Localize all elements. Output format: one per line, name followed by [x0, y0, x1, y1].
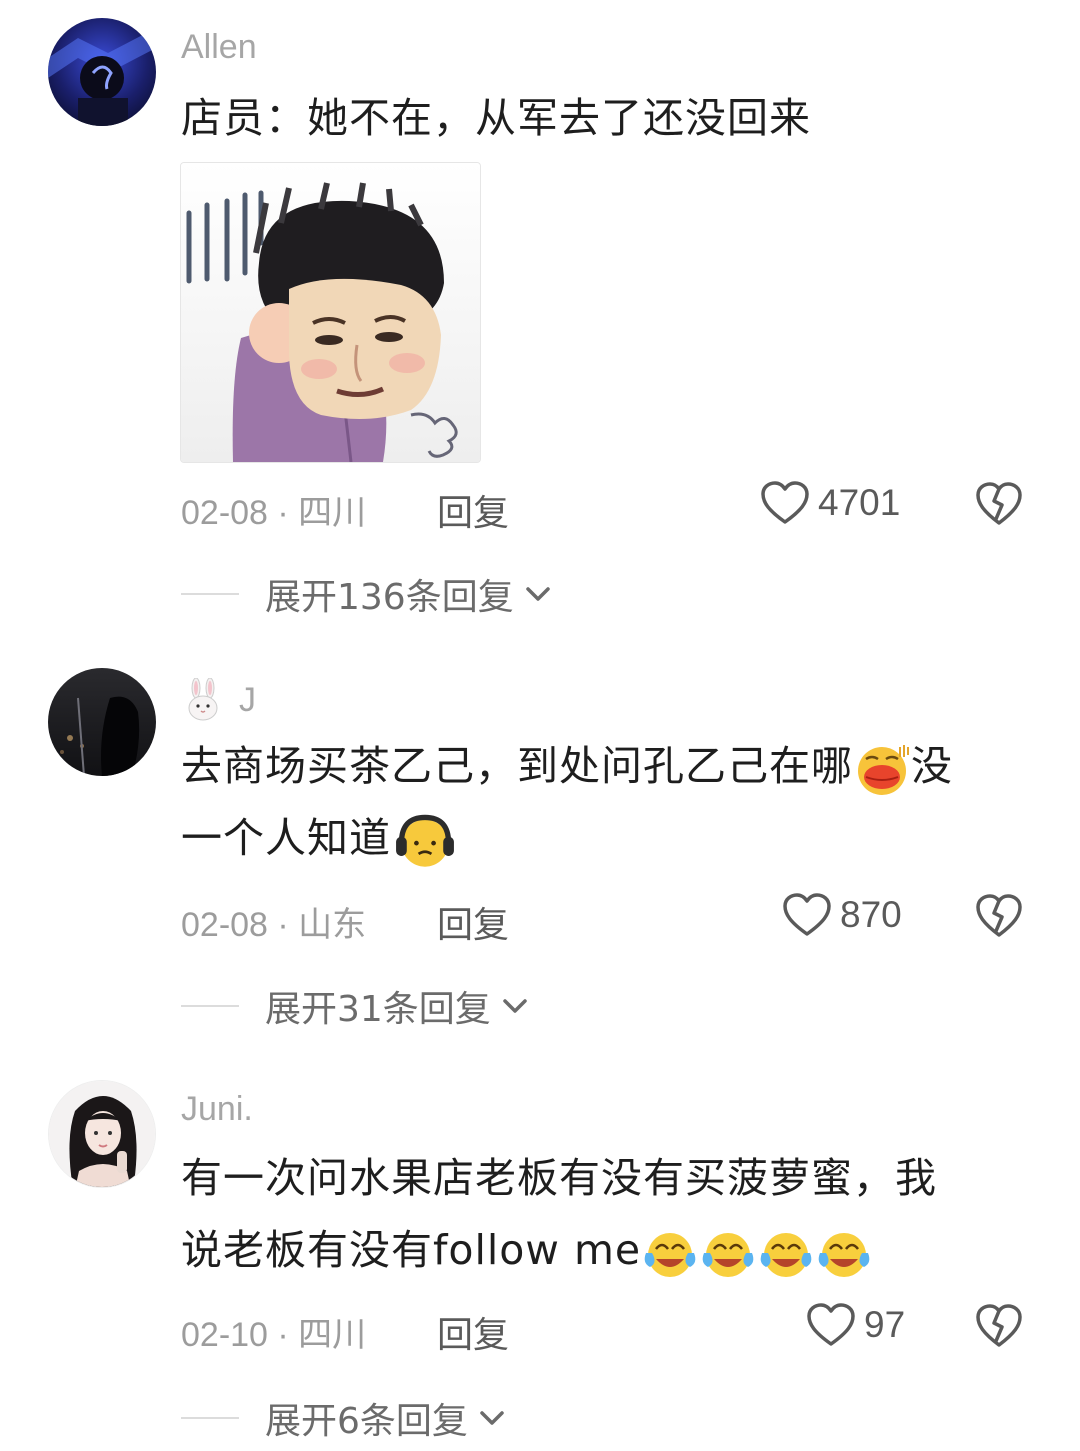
username[interactable]: Juni. — [181, 1090, 253, 1129]
like-count: 97 — [864, 1304, 906, 1345]
dislike-icon[interactable] — [975, 481, 1023, 527]
chevron-down-icon — [503, 999, 527, 1013]
reply-button[interactable]: 回复 — [437, 896, 509, 948]
comment-date-location: 02-10 · 四川 — [181, 1316, 367, 1354]
comment-text: 有一次问水果店老板有没有买菠萝蜜，我 说老板有没有follow me — [181, 1142, 1021, 1286]
like-button[interactable]: 870 — [782, 892, 902, 938]
divider — [181, 593, 239, 595]
username-text: J — [239, 680, 256, 719]
comment-date-location: 02-08 · 四川 — [181, 494, 367, 532]
tears-of-joy-emoji-icon — [702, 1233, 754, 1277]
avatar[interactable] — [48, 668, 156, 776]
reply-button[interactable]: 回复 — [437, 1306, 509, 1358]
comment-text-line: 去商场买茶乙己，到处问孔乙己在哪 — [181, 742, 853, 790]
tears-of-joy-emoji-icon — [644, 1233, 696, 1277]
like-button[interactable]: 4701 — [760, 480, 900, 526]
kiss-lips-emoji-icon — [858, 745, 909, 795]
comment-text: 店员：她不在，从军去了还没回来 — [181, 94, 811, 142]
like-count: 870 — [840, 894, 902, 935]
comment-item: Juni. 有一次问水果店老板有没有买菠萝蜜，我 说老板有没有follow me — [0, 1062, 1080, 1451]
username[interactable]: Allen — [181, 28, 257, 67]
divider — [181, 1417, 239, 1419]
avatar[interactable] — [48, 18, 156, 126]
like-count: 4701 — [818, 482, 901, 523]
comment-item: J 去商场买茶乙己，到处问孔乙己在哪 没 一个人知道 02-08 · 山东 回复… — [0, 650, 1080, 1050]
divider — [181, 1005, 239, 1007]
heart-icon — [807, 1303, 855, 1346]
expand-replies-label: 展开31条回复 — [265, 989, 491, 1030]
headphones-emoji-icon — [396, 814, 454, 867]
reply-button[interactable]: 回复 — [437, 484, 509, 536]
heart-icon — [761, 481, 809, 524]
dislike-icon[interactable] — [975, 1303, 1023, 1349]
comment-date-location: 02-08 · 山东 — [181, 906, 367, 944]
expand-replies-label: 展开6条回复 — [265, 1401, 468, 1442]
tears-of-joy-emoji-icon — [760, 1233, 812, 1277]
comment-text-line: 一个人知道 — [181, 814, 391, 862]
comment-item: Allen 店员：她不在，从军去了还没回来 02-08 · 四川 回复 4701… — [0, 0, 1080, 640]
expand-replies-button[interactable]: 展开6条回复 — [181, 1392, 510, 1444]
expand-replies-label: 展开136条回复 — [265, 577, 514, 618]
comment-text: 去商场买茶乙己，到处问孔乙己在哪 没 一个人知道 — [181, 730, 1021, 874]
expand-replies-button[interactable]: 展开136条回复 — [181, 568, 556, 620]
like-button[interactable]: 97 — [806, 1302, 905, 1348]
username[interactable]: J — [181, 678, 256, 722]
comment-text-line: 说老板有没有follow me — [181, 1226, 642, 1274]
sticker-image[interactable] — [180, 162, 481, 463]
heart-icon — [783, 893, 831, 936]
expand-replies-button[interactable]: 展开31条回复 — [181, 980, 533, 1032]
tears-of-joy-emoji-icon — [818, 1233, 870, 1277]
rabbit-emoji-icon — [188, 678, 218, 721]
comment-text-line: 有一次问水果店老板有没有买菠萝蜜，我 — [181, 1154, 937, 1202]
chevron-down-icon — [480, 1411, 504, 1425]
comment-text-line: 没 — [911, 742, 953, 790]
avatar[interactable] — [48, 1080, 156, 1188]
dislike-icon[interactable] — [975, 893, 1023, 939]
chevron-down-icon — [525, 587, 550, 601]
